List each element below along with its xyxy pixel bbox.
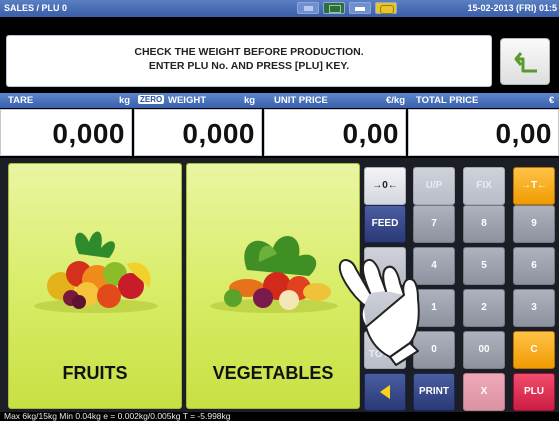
instruction-message: CHECK THE WEIGHT BEFORE PRODUCTION. ENTE… <box>6 35 492 87</box>
key-7[interactable]: 7 <box>413 205 455 243</box>
plu-key[interactable]: PLU <box>513 373 555 411</box>
tare-unit: kg <box>119 95 131 106</box>
status-icons <box>297 2 397 14</box>
category-fruits-button[interactable]: FRUITS <box>8 163 182 409</box>
zero-key[interactable]: →0← <box>364 167 406 205</box>
unit-price-value: 0,00 <box>264 109 406 156</box>
battery-icon <box>349 2 371 14</box>
total-price-label: TOTAL PRICE <box>416 95 479 106</box>
network-icon <box>323 2 345 14</box>
unit-price-key[interactable]: U/P <box>413 167 455 205</box>
total-price-value: 0,00 <box>408 109 559 156</box>
status-bar: SALES / PLU 0 15-02-2013 (FRI) 01:5 <box>0 0 559 17</box>
datetime: 15-02-2013 (FRI) 01:5 <box>467 3 557 13</box>
key-9[interactable]: 9 <box>513 205 555 243</box>
tare-label: TARE <box>8 95 34 106</box>
key-5[interactable]: 5 <box>463 247 505 285</box>
message-line-1: CHECK THE WEIGHT BEFORE PRODUCTION. <box>134 46 364 58</box>
multiply-key[interactable]: X <box>463 373 505 411</box>
return-arrow-icon <box>514 52 537 73</box>
key-6[interactable]: 6 <box>513 247 555 285</box>
return-button[interactable] <box>500 38 550 85</box>
back-arrow-key[interactable] <box>364 373 406 411</box>
key-3[interactable]: 3 <box>513 289 555 327</box>
printer-status-icon <box>375 2 397 14</box>
key-00[interactable]: 00 <box>463 331 505 369</box>
zero-indicator: ZERO <box>138 95 165 104</box>
key-2[interactable]: 2 <box>463 289 505 327</box>
scale-specs: Max 6kg/15kg Min 0.04kg e = 0.002kg/0.00… <box>4 411 231 421</box>
total-price-unit: € <box>549 95 555 106</box>
feed-key[interactable]: FEED <box>364 205 406 243</box>
pointing-hand-icon <box>338 259 420 366</box>
key-8[interactable]: 8 <box>463 205 505 243</box>
display-header: TARE kg ZERO WEIGHT kg UNIT PRICE €/kg T… <box>0 93 559 108</box>
message-line-2: ENTER PLU No. AND PRESS [PLU] KEY. <box>148 60 350 72</box>
fruits-image <box>9 214 181 324</box>
fix-key[interactable]: FIX <box>463 167 505 205</box>
left-triangle-icon <box>380 385 390 399</box>
fruits-label: FRUITS <box>62 363 128 383</box>
display-icon <box>297 2 319 14</box>
unit-price-unit: €/kg <box>386 95 406 106</box>
print-key[interactable]: PRINT <box>413 373 455 411</box>
unit-price-label: UNIT PRICE <box>274 95 328 106</box>
weight-value: 0,000 <box>134 109 262 156</box>
tare-key[interactable]: →T← <box>513 167 555 205</box>
clear-key[interactable]: C <box>513 331 555 369</box>
screen-title: SALES / PLU 0 <box>4 3 68 13</box>
tare-value: 0,000 <box>0 109 132 156</box>
weight-unit: kg <box>244 95 256 106</box>
weight-label: WEIGHT <box>168 95 206 106</box>
